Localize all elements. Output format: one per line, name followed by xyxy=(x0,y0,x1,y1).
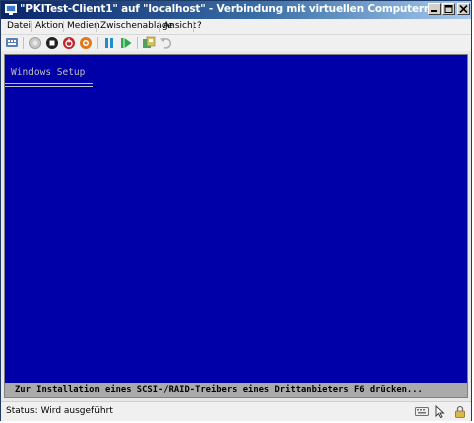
mouse-icon xyxy=(435,405,445,418)
maximize-icon xyxy=(444,5,453,13)
menu-bar: Datei Aktion Medien Zwischenablage Ansic… xyxy=(1,19,471,35)
pause-icon[interactable] xyxy=(102,36,116,50)
title-bar[interactable]: "PKITest-Client1" auf "localhost" - Verb… xyxy=(1,1,471,19)
setup-heading-underline xyxy=(5,83,93,87)
vm-display[interactable]: Windows Setup Zur Installation eines SCS… xyxy=(4,54,468,398)
minimize-icon xyxy=(431,10,437,12)
maximize-button[interactable] xyxy=(442,3,455,15)
menu-separator xyxy=(31,21,32,32)
keyboard-icon xyxy=(415,407,429,416)
revert-icon[interactable] xyxy=(159,36,173,50)
menu-aktion[interactable]: Aktion xyxy=(35,21,64,31)
setup-status-line: Zur Installation eines SCSI-/RAID-Treibe… xyxy=(5,383,467,397)
toolbar-separator xyxy=(137,37,138,49)
menu-separator xyxy=(159,21,160,32)
save-icon[interactable] xyxy=(79,36,93,50)
turn-off-icon[interactable] xyxy=(45,36,59,50)
menu-medien[interactable]: Medien xyxy=(67,21,100,31)
shutdown-icon[interactable] xyxy=(62,36,76,50)
close-button[interactable] xyxy=(457,3,470,15)
status-bar: Status: Wird ausgeführt xyxy=(1,401,471,421)
reset-icon[interactable] xyxy=(119,36,133,50)
ctrl-alt-del-icon[interactable] xyxy=(5,36,19,50)
setup-heading: Windows Setup xyxy=(11,67,86,78)
menu-datei[interactable]: Datei xyxy=(7,21,31,31)
menu-help[interactable]: ? xyxy=(197,21,202,31)
close-icon xyxy=(459,5,468,13)
vm-connection-app-icon xyxy=(5,4,17,15)
window-title: "PKITest-Client1" auf "localhost" - Verb… xyxy=(20,3,432,15)
start-icon[interactable] xyxy=(28,36,42,50)
snapshot-icon[interactable] xyxy=(142,36,156,50)
toolbar xyxy=(1,35,471,51)
lock-icon xyxy=(455,405,465,418)
vm-connection-window: "PKITest-Client1" auf "localhost" - Verb… xyxy=(0,0,472,421)
menu-separator xyxy=(63,21,64,32)
status-text: Status: Wird ausgeführt xyxy=(6,406,113,416)
menu-ansicht[interactable]: Ansicht xyxy=(163,21,196,31)
minimize-button[interactable] xyxy=(428,3,441,15)
menu-separator xyxy=(193,21,194,32)
menu-separator xyxy=(96,21,97,32)
toolbar-separator xyxy=(97,37,98,49)
toolbar-separator xyxy=(23,37,24,49)
